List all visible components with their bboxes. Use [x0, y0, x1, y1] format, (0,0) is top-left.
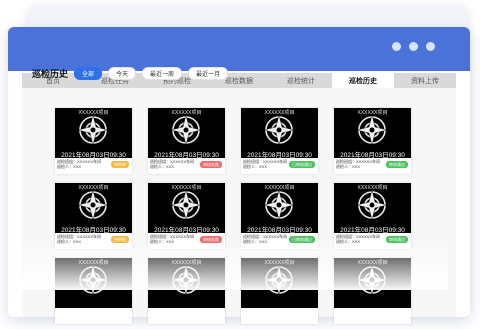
card-inspector: 巡检人：XXX	[336, 239, 361, 244]
inspection-card[interactable]: XXXXXX项目 2021年08月03日09:30 巡检班组：XXXXXX车间 巡检人…	[148, 183, 225, 249]
card-info: 巡检班组：XXXXXX车间 巡检人：XXX	[243, 159, 287, 169]
card-date: 2021年08月03日09:30	[340, 152, 405, 159]
card-date: 2021年08月03日09:30	[61, 227, 126, 234]
card-inspector: 巡检人：XXX	[336, 164, 361, 169]
compass-logo-icon	[263, 114, 295, 146]
filter-last-month[interactable]: 最近一月	[188, 66, 229, 80]
inspection-card[interactable]: XXXXXX项目 2021年08月03日09:30 巡检班组：XXXXXX车间 巡检人…	[55, 183, 132, 249]
status-badge: 审核通过	[386, 161, 408, 168]
card-inspector: 巡检人：XXX	[150, 164, 175, 169]
card-image: XXXXXX项目 2021年08月03日09:30	[148, 108, 225, 159]
card-image: XXXXXX项目 2021年08月03日09:30	[55, 108, 132, 159]
window-titlebar	[8, 27, 470, 71]
card-info: 巡检班组：XXXXXX车间 巡检人：XXX	[57, 234, 101, 244]
window-control-dot[interactable]	[392, 42, 401, 51]
status-badge: 审核失败	[200, 161, 222, 168]
card-info: 巡检班组：XXXXXX车间 巡检人：XXX	[57, 159, 101, 169]
status-badge: 待审核	[111, 236, 129, 243]
filter-all[interactable]: 全部	[74, 66, 103, 80]
card-date: 2021年08月03日09:30	[154, 227, 219, 234]
inspection-card[interactable]: XXXXXX项目 2021年08月03日09:30 巡检班组：XXXXXX车间 巡检人…	[334, 183, 411, 249]
inspection-card[interactable]: XXXXXX项目 2021年08月03日09:30 巡检班组：XXXXXX车间 巡检人…	[241, 108, 318, 174]
card-inspector: 巡检人：XXX	[243, 239, 268, 244]
compass-logo-icon	[170, 189, 202, 221]
card-image: XXXXXX项目 2021年08月03日09:30	[241, 183, 318, 234]
filter-today[interactable]: 今天	[108, 66, 137, 80]
card-date: 2021年08月03日09:30	[61, 152, 126, 159]
window-control-dot[interactable]	[409, 42, 418, 51]
card-inspector: 巡检人：XXX	[243, 164, 268, 169]
tab-document-upload[interactable]: 资料上传	[394, 73, 456, 88]
card-info: 巡检班组：XXXXXX车间 巡检人：XXX	[336, 234, 380, 244]
compass-logo-icon	[356, 114, 388, 146]
compass-logo-icon	[77, 189, 109, 221]
filter-last-week[interactable]: 最近一周	[142, 66, 183, 80]
card-image: XXXXXX项目 2021年08月03日09:30	[334, 108, 411, 159]
inspection-card[interactable]: XXXXXX项目 2021年08月03日09:30 巡检班组：XXXXXX车间 巡检人…	[241, 183, 318, 249]
tab-inspection-history[interactable]: 巡检历史	[332, 73, 394, 88]
window-control-dot[interactable]	[426, 42, 435, 51]
card-image: XXXXXX项目 2021年08月03日09:30	[55, 183, 132, 234]
compass-logo-icon	[356, 189, 388, 221]
page-title: 巡检历史	[32, 68, 69, 79]
status-badge: 已审核通过	[289, 161, 315, 168]
compass-logo-icon	[170, 114, 202, 146]
card-image: XXXXXX项目 2021年08月03日09:30	[241, 108, 318, 159]
status-badge: 审核通过	[386, 236, 408, 243]
tab-inspection-stats[interactable]: 巡检统计	[270, 73, 332, 88]
card-info: 巡检班组：XXXXXX车间 巡检人：XXX	[336, 159, 380, 169]
inspection-card[interactable]: XXXXXX项目 2021年08月03日09:30 巡检班组：XXXXXX车间 巡检人…	[148, 108, 225, 174]
status-badge: 已审核通过	[289, 236, 315, 243]
status-badge: 待审核	[111, 161, 129, 168]
status-badge: 审核失败	[200, 236, 222, 243]
filter-bar: 巡检历史 全部 今天 最近一周 最近一月	[32, 66, 234, 80]
card-inspector: 巡检人：XXX	[150, 239, 175, 244]
card-inspector: 巡检人：XXX	[57, 239, 82, 244]
inspection-card[interactable]: XXXXXX项目 2021年08月03日09:30 巡检班组：XXXXXX车间 巡检人…	[55, 108, 132, 174]
compass-logo-icon	[77, 114, 109, 146]
card-info: 巡检班组：XXXXXX车间 巡检人：XXX	[150, 234, 194, 244]
card-info: 巡检班组：XXXXXX车间 巡检人：XXX	[150, 159, 194, 169]
card-info: 巡检班组：XXXXXX车间 巡检人：XXX	[243, 234, 287, 244]
card-date: 2021年08月03日09:30	[154, 152, 219, 159]
inspection-card[interactable]: XXXXXX项目 2021年08月03日09:30 巡检班组：XXXXXX车间 巡检人…	[334, 108, 411, 174]
card-date: 2021年08月03日09:30	[340, 227, 405, 234]
bottom-fade-overlay	[14, 247, 448, 290]
card-date: 2021年08月03日09:30	[247, 152, 312, 159]
card-image: XXXXXX项目 2021年08月03日09:30	[148, 183, 225, 234]
compass-logo-icon	[263, 189, 295, 221]
card-inspector: 巡检人：XXX	[57, 164, 82, 169]
card-image: XXXXXX项目 2021年08月03日09:30	[334, 183, 411, 234]
card-date: 2021年08月03日09:30	[247, 227, 312, 234]
